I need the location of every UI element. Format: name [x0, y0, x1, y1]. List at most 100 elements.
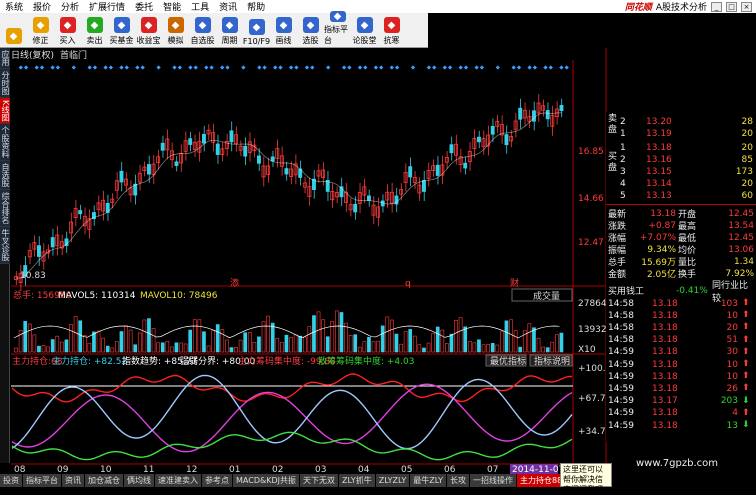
help-tooltip[interactable]: 这里还可以帮你解决信来问问我吧: [560, 463, 612, 494]
signal-diamond: [108, 65, 114, 70]
volume-bar: [426, 342, 431, 353]
volume-bar: [206, 345, 211, 353]
toolbar-button-6[interactable]: ◆ 模拟: [162, 14, 189, 47]
menu-item-news[interactable]: 资讯: [214, 0, 242, 13]
bottom-tab-4[interactable]: 俩均线: [124, 474, 155, 487]
volume-bar: [454, 320, 458, 353]
trade-time: 14:59: [608, 396, 634, 407]
toolbar-label: 收益宝: [136, 36, 161, 45]
menu-item-extended[interactable]: 扩展行情: [84, 0, 130, 13]
candle-body: [435, 164, 440, 176]
stat-value: 9.34%: [647, 244, 676, 255]
volume-bar: [32, 334, 37, 353]
bottom-tab-5[interactable]: 速准建卖入: [155, 474, 202, 487]
minimize-button[interactable]: _: [711, 1, 722, 12]
menu-item-analysis[interactable]: 分析: [56, 0, 84, 13]
toolbar-button-13[interactable]: ◆ 论股堂: [351, 14, 378, 47]
toolbar-button-10[interactable]: ◆ 画线: [270, 14, 297, 47]
signal-diamond: [511, 65, 516, 70]
toolbar-button-8[interactable]: ◆ 周期: [216, 14, 243, 47]
signal-diamond: [103, 65, 108, 70]
trade-time: 14:59: [608, 420, 634, 431]
menu-item-smart[interactable]: 智能: [158, 0, 186, 13]
maximize-button[interactable]: □: [726, 1, 737, 12]
bottom-tab-9[interactable]: ZLY抓牛: [338, 474, 376, 487]
volume-bar: [229, 347, 234, 353]
volume-bar: [211, 330, 215, 353]
trade-price: 13.18: [652, 347, 678, 358]
signal-diamond: [172, 65, 177, 70]
menu-item-help[interactable]: 帮助: [242, 0, 270, 13]
volume-bar: [472, 342, 477, 353]
low-price-label: 10.83: [20, 271, 46, 281]
bottom-tab-13[interactable]: 一招线操作: [470, 474, 518, 487]
signal-diamond: [140, 65, 145, 70]
bottom-tab-10[interactable]: ZLYZLY: [375, 474, 411, 487]
volume-bar: [280, 342, 284, 353]
buy-row: 1 13.18 20: [606, 142, 756, 153]
menu-item-system[interactable]: 系统: [0, 0, 28, 13]
signal-diamond: [262, 65, 267, 70]
toolbar-button-0[interactable]: ◆: [0, 14, 27, 47]
trade-time: 14:58: [608, 322, 634, 333]
candle-body: [174, 161, 179, 166]
toolbar-button-7[interactable]: ◆ 自选股: [189, 14, 216, 47]
toolbar-button-12[interactable]: ◆ 指标平台: [324, 11, 351, 47]
trade-time: 14:59: [608, 383, 634, 394]
price: 13.15: [646, 166, 672, 177]
bottom-tab-8[interactable]: 天下无双: [299, 474, 339, 487]
bottom-tab-2[interactable]: 资讯: [62, 474, 85, 487]
volume-bar: [165, 340, 170, 353]
toolbar-button-4[interactable]: ◆ 买基金: [108, 14, 135, 47]
bottom-tab-0[interactable]: 投资: [0, 474, 23, 487]
menu-item-order[interactable]: 委托: [130, 0, 158, 13]
bottom-tab-3[interactable]: 加仓减仓: [85, 474, 124, 487]
bottom-tab-1[interactable]: 指标平台: [23, 474, 62, 487]
divider: [606, 204, 756, 205]
bottom-tab-12[interactable]: 长攻: [447, 474, 471, 487]
toolbar-button-1[interactable]: ◆ 修正: [27, 14, 54, 47]
toolbar-label: F10/F9: [242, 37, 271, 46]
toolbar-label: 买基金: [109, 36, 134, 45]
volume: 20: [741, 128, 753, 139]
sell-row: 1 13.19 20: [606, 128, 756, 139]
volume-bar: [257, 336, 261, 353]
window-title: A股技术分析: [655, 3, 707, 13]
menu-item-tools[interactable]: 工具: [186, 0, 214, 13]
level: 2: [620, 116, 626, 127]
menubar: 系统 报价 分析 扩展行情 委托 智能 工具 资讯 帮助 同花顺 A股技术分析 …: [0, 0, 756, 13]
volume-bar: [69, 324, 73, 353]
trade-time: 14:59: [608, 359, 634, 370]
candle-body: [367, 195, 371, 201]
stat-row: 最新 13.18 开盘 12.45: [606, 208, 756, 221]
candle-body: [147, 164, 151, 175]
sell-row: 2 13.20 28: [606, 116, 756, 127]
month-label: 02: [272, 465, 283, 474]
volume-bar: [316, 311, 321, 353]
bottom-tab-14[interactable]: 主力持仓88: [517, 474, 567, 487]
close-button[interactable]: ×: [741, 1, 752, 12]
menu-item-quote[interactable]: 报价: [28, 0, 56, 13]
volume-ma10: MAVOL10: 78496: [140, 291, 218, 301]
stat-value: 12.45: [728, 232, 754, 243]
bottom-tab-11[interactable]: 最牛ZLY: [410, 474, 448, 487]
toolbar-button-9[interactable]: ◆ F10/F9: [243, 14, 270, 47]
toolbar-button-11[interactable]: ◆ 选股: [297, 14, 324, 47]
toolbar-button-14[interactable]: ◆ 抗寒: [378, 14, 405, 47]
trade-volume: 4: [732, 408, 738, 419]
trade-time: 14:58: [608, 310, 634, 321]
toolbar-button-5[interactable]: ◆ 收益宝: [135, 14, 162, 47]
bottom-tab-6[interactable]: 参考点: [202, 474, 233, 487]
candle-body: [257, 155, 261, 164]
candle-body: [202, 133, 206, 144]
volume-bar: [220, 329, 225, 353]
level: 2: [620, 154, 626, 165]
stat-row: 涨幅 +7.07% 最低 12.45: [606, 232, 756, 245]
toolbar-label: 选股: [302, 36, 319, 45]
bottom-tab-7[interactable]: MACD&KDJ共振: [233, 474, 300, 487]
event-marker: 财: [510, 277, 519, 289]
signal-diamond: [495, 65, 500, 70]
volume-bar: [403, 331, 408, 353]
toolbar-button-2[interactable]: ◆ 买入: [54, 14, 81, 47]
toolbar-button-3[interactable]: ◆ 卖出: [81, 14, 108, 47]
